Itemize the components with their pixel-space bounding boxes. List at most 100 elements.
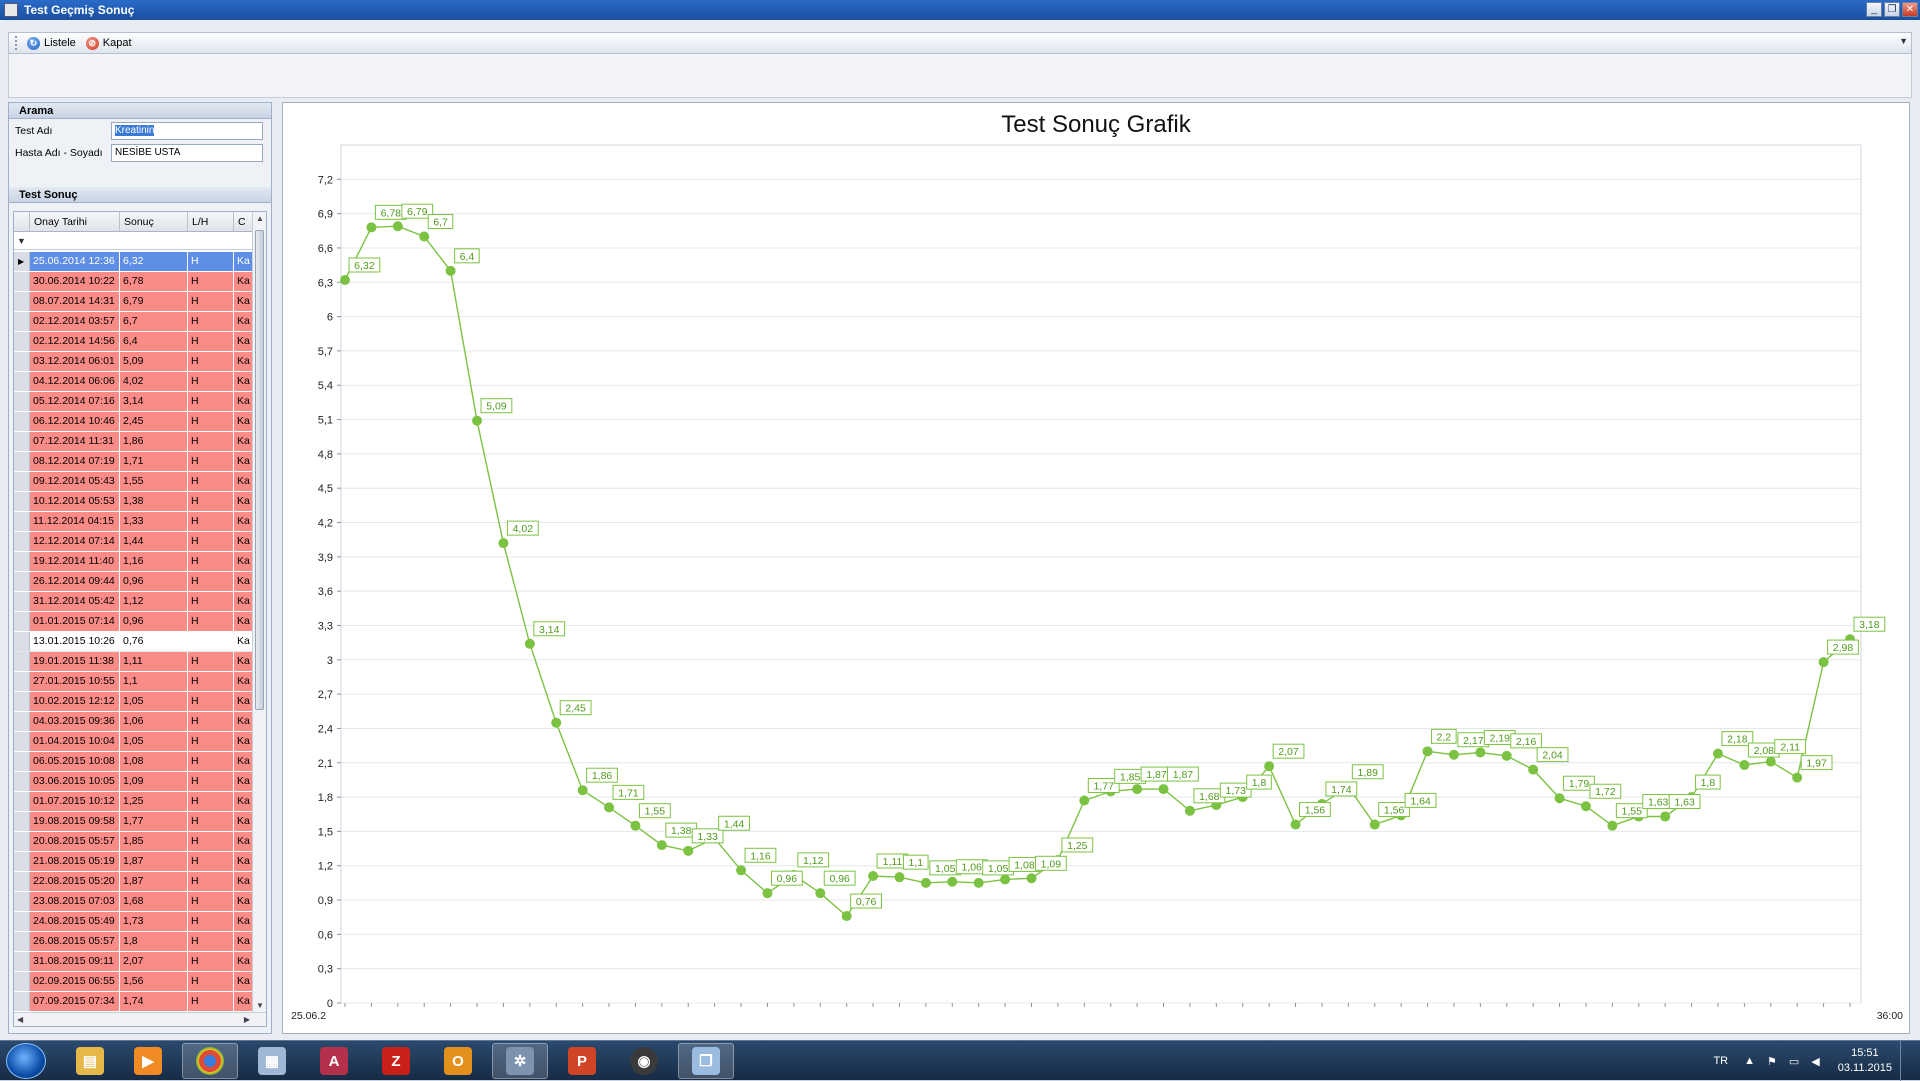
- grid-vertical-scrollbar[interactable]: ▲ ▼: [252, 212, 266, 1012]
- table-row[interactable]: 01.07.2015 10:12 1,25 H Ka: [14, 792, 254, 812]
- table-row[interactable]: 06.12.2014 10:46 2,45 H Ka: [14, 412, 254, 432]
- taskbar-calculator[interactable]: ▦: [244, 1043, 300, 1079]
- network-icon[interactable]: ▭: [1789, 1055, 1799, 1068]
- table-row[interactable]: 09.12.2014 05:43 1,55 H Ka: [14, 472, 254, 492]
- scroll-right-icon[interactable]: ▶: [244, 1015, 250, 1024]
- restore-button[interactable]: ❐: [1884, 2, 1900, 17]
- filter-icon[interactable]: ▼: [17, 236, 26, 246]
- taskbar-powerpoint[interactable]: P: [554, 1043, 610, 1079]
- row-indicator[interactable]: [14, 992, 30, 1011]
- row-indicator[interactable]: [14, 552, 30, 571]
- table-row[interactable]: 10.02.2015 12:12 1,05 H Ka: [14, 692, 254, 712]
- row-indicator[interactable]: [14, 532, 30, 551]
- row-indicator[interactable]: [14, 612, 30, 631]
- row-indicator[interactable]: [14, 392, 30, 411]
- test-name-input[interactable]: Kreatinin: [111, 122, 263, 140]
- row-indicator[interactable]: [14, 952, 30, 971]
- taskbar-app-9[interactable]: ❐: [678, 1043, 734, 1079]
- table-row[interactable]: 03.06.2015 10:05 1,09 H Ka: [14, 772, 254, 792]
- row-indicator[interactable]: [14, 372, 30, 391]
- table-row[interactable]: 10.12.2014 05:53 1,38 H Ka: [14, 492, 254, 512]
- row-indicator[interactable]: [14, 512, 30, 531]
- row-indicator[interactable]: [14, 452, 30, 471]
- table-row[interactable]: 24.08.2015 05:49 1,73 H Ka: [14, 912, 254, 932]
- table-row[interactable]: ▶ 25.06.2014 12:36 6,32 H Ka: [14, 252, 254, 272]
- table-row[interactable]: 27.01.2015 10:55 1,1 H Ka: [14, 672, 254, 692]
- patient-name-input[interactable]: NESİBE USTA: [111, 144, 263, 162]
- row-indicator[interactable]: [14, 692, 30, 711]
- start-button[interactable]: [6, 1043, 46, 1079]
- table-row[interactable]: 08.12.2014 07:19 1,71 H Ka: [14, 452, 254, 472]
- table-row[interactable]: 19.01.2015 11:38 1,11 H Ka: [14, 652, 254, 672]
- row-indicator[interactable]: [14, 852, 30, 871]
- taskbar-app-active[interactable]: ✲: [492, 1043, 548, 1079]
- row-indicator[interactable]: [14, 472, 30, 491]
- row-indicator[interactable]: [14, 812, 30, 831]
- taskbar-app-8[interactable]: ◉: [616, 1043, 672, 1079]
- table-row[interactable]: 02.12.2014 14:56 6,4 H Ka: [14, 332, 254, 352]
- table-row[interactable]: 31.12.2014 05:42 1,12 H Ka: [14, 592, 254, 612]
- row-indicator[interactable]: [14, 832, 30, 851]
- row-indicator[interactable]: [14, 432, 30, 451]
- table-row[interactable]: 01.04.2015 10:04 1,05 H Ka: [14, 732, 254, 752]
- table-row[interactable]: 26.08.2015 05:57 1,8 H Ka: [14, 932, 254, 952]
- grid-filter-row[interactable]: ▼: [14, 232, 254, 250]
- row-indicator[interactable]: ▶: [14, 252, 30, 271]
- table-row[interactable]: 20.08.2015 05:57 1,85 H Ka: [14, 832, 254, 852]
- table-row[interactable]: 04.12.2014 06:06 4,02 H Ka: [14, 372, 254, 392]
- row-indicator[interactable]: [14, 652, 30, 671]
- volume-icon[interactable]: ◀: [1811, 1055, 1819, 1068]
- row-indicator[interactable]: [14, 932, 30, 951]
- table-row[interactable]: 01.01.2015 07:14 0,96 H Ka: [14, 612, 254, 632]
- table-row[interactable]: 02.09.2015 06:55 1,56 H Ka: [14, 972, 254, 992]
- row-indicator[interactable]: [14, 772, 30, 791]
- flag-icon[interactable]: ⚑: [1767, 1055, 1777, 1068]
- taskbar-outlook[interactable]: O: [430, 1043, 486, 1079]
- col-header-c[interactable]: C: [234, 212, 254, 231]
- taskbar-zip[interactable]: Z: [368, 1043, 424, 1079]
- show-desktop-button[interactable]: [1900, 1041, 1912, 1081]
- taskbar-access[interactable]: A: [306, 1043, 362, 1079]
- table-row[interactable]: 07.09.2015 07:34 1,74 H Ka: [14, 992, 254, 1012]
- row-indicator[interactable]: [14, 572, 30, 591]
- close-window-button[interactable]: ✕: [1902, 2, 1918, 17]
- table-row[interactable]: 26.12.2014 09:44 0,96 H Ka: [14, 572, 254, 592]
- table-row[interactable]: 11.12.2014 04:15 1,33 H Ka: [14, 512, 254, 532]
- row-indicator[interactable]: [14, 632, 30, 651]
- table-row[interactable]: 05.12.2014 07:16 3,14 H Ka: [14, 392, 254, 412]
- grid-horizontal-scrollbar[interactable]: ◀ ▶: [14, 1012, 266, 1026]
- table-row[interactable]: 07.12.2014 11:31 1,86 H Ka: [14, 432, 254, 452]
- scroll-left-icon[interactable]: ◀: [17, 1015, 23, 1024]
- row-indicator[interactable]: [14, 712, 30, 731]
- table-row[interactable]: 31.08.2015 09:11 2,07 H Ka: [14, 952, 254, 972]
- list-button[interactable]: ↻ Listele: [27, 36, 76, 50]
- table-row[interactable]: 22.08.2015 05:20 1,87 H Ka: [14, 872, 254, 892]
- table-row[interactable]: 19.08.2015 09:58 1,77 H Ka: [14, 812, 254, 832]
- scroll-up-icon[interactable]: ▲: [253, 214, 266, 223]
- row-indicator[interactable]: [14, 332, 30, 351]
- row-indicator[interactable]: [14, 492, 30, 511]
- row-indicator[interactable]: [14, 592, 30, 611]
- col-header-lh[interactable]: L/H: [188, 212, 234, 231]
- toolbar-grip[interactable]: [15, 36, 19, 50]
- row-indicator[interactable]: [14, 872, 30, 891]
- row-indicator[interactable]: [14, 272, 30, 291]
- taskbar-media-player[interactable]: ▶: [120, 1043, 176, 1079]
- scroll-thumb[interactable]: [255, 230, 264, 710]
- language-indicator[interactable]: TR: [1713, 1055, 1728, 1067]
- row-indicator[interactable]: [14, 752, 30, 771]
- row-indicator[interactable]: [14, 312, 30, 331]
- table-row[interactable]: 23.08.2015 07:03 1,68 H Ka: [14, 892, 254, 912]
- table-row[interactable]: 02.12.2014 03:57 6,7 H Ka: [14, 312, 254, 332]
- table-row[interactable]: 08.07.2014 14:31 6,79 H Ka: [14, 292, 254, 312]
- row-indicator[interactable]: [14, 352, 30, 371]
- table-row[interactable]: 12.12.2014 07:14 1,44 H Ka: [14, 532, 254, 552]
- table-row[interactable]: 30.06.2014 10:22 6,78 H Ka: [14, 272, 254, 292]
- table-row[interactable]: 19.12.2014 11:40 1,16 H Ka: [14, 552, 254, 572]
- row-indicator[interactable]: [14, 892, 30, 911]
- col-header-date[interactable]: Onay Tarihi: [30, 212, 120, 231]
- minimize-button[interactable]: _: [1866, 2, 1882, 17]
- row-indicator[interactable]: [14, 412, 30, 431]
- row-indicator[interactable]: [14, 672, 30, 691]
- row-indicator[interactable]: [14, 972, 30, 991]
